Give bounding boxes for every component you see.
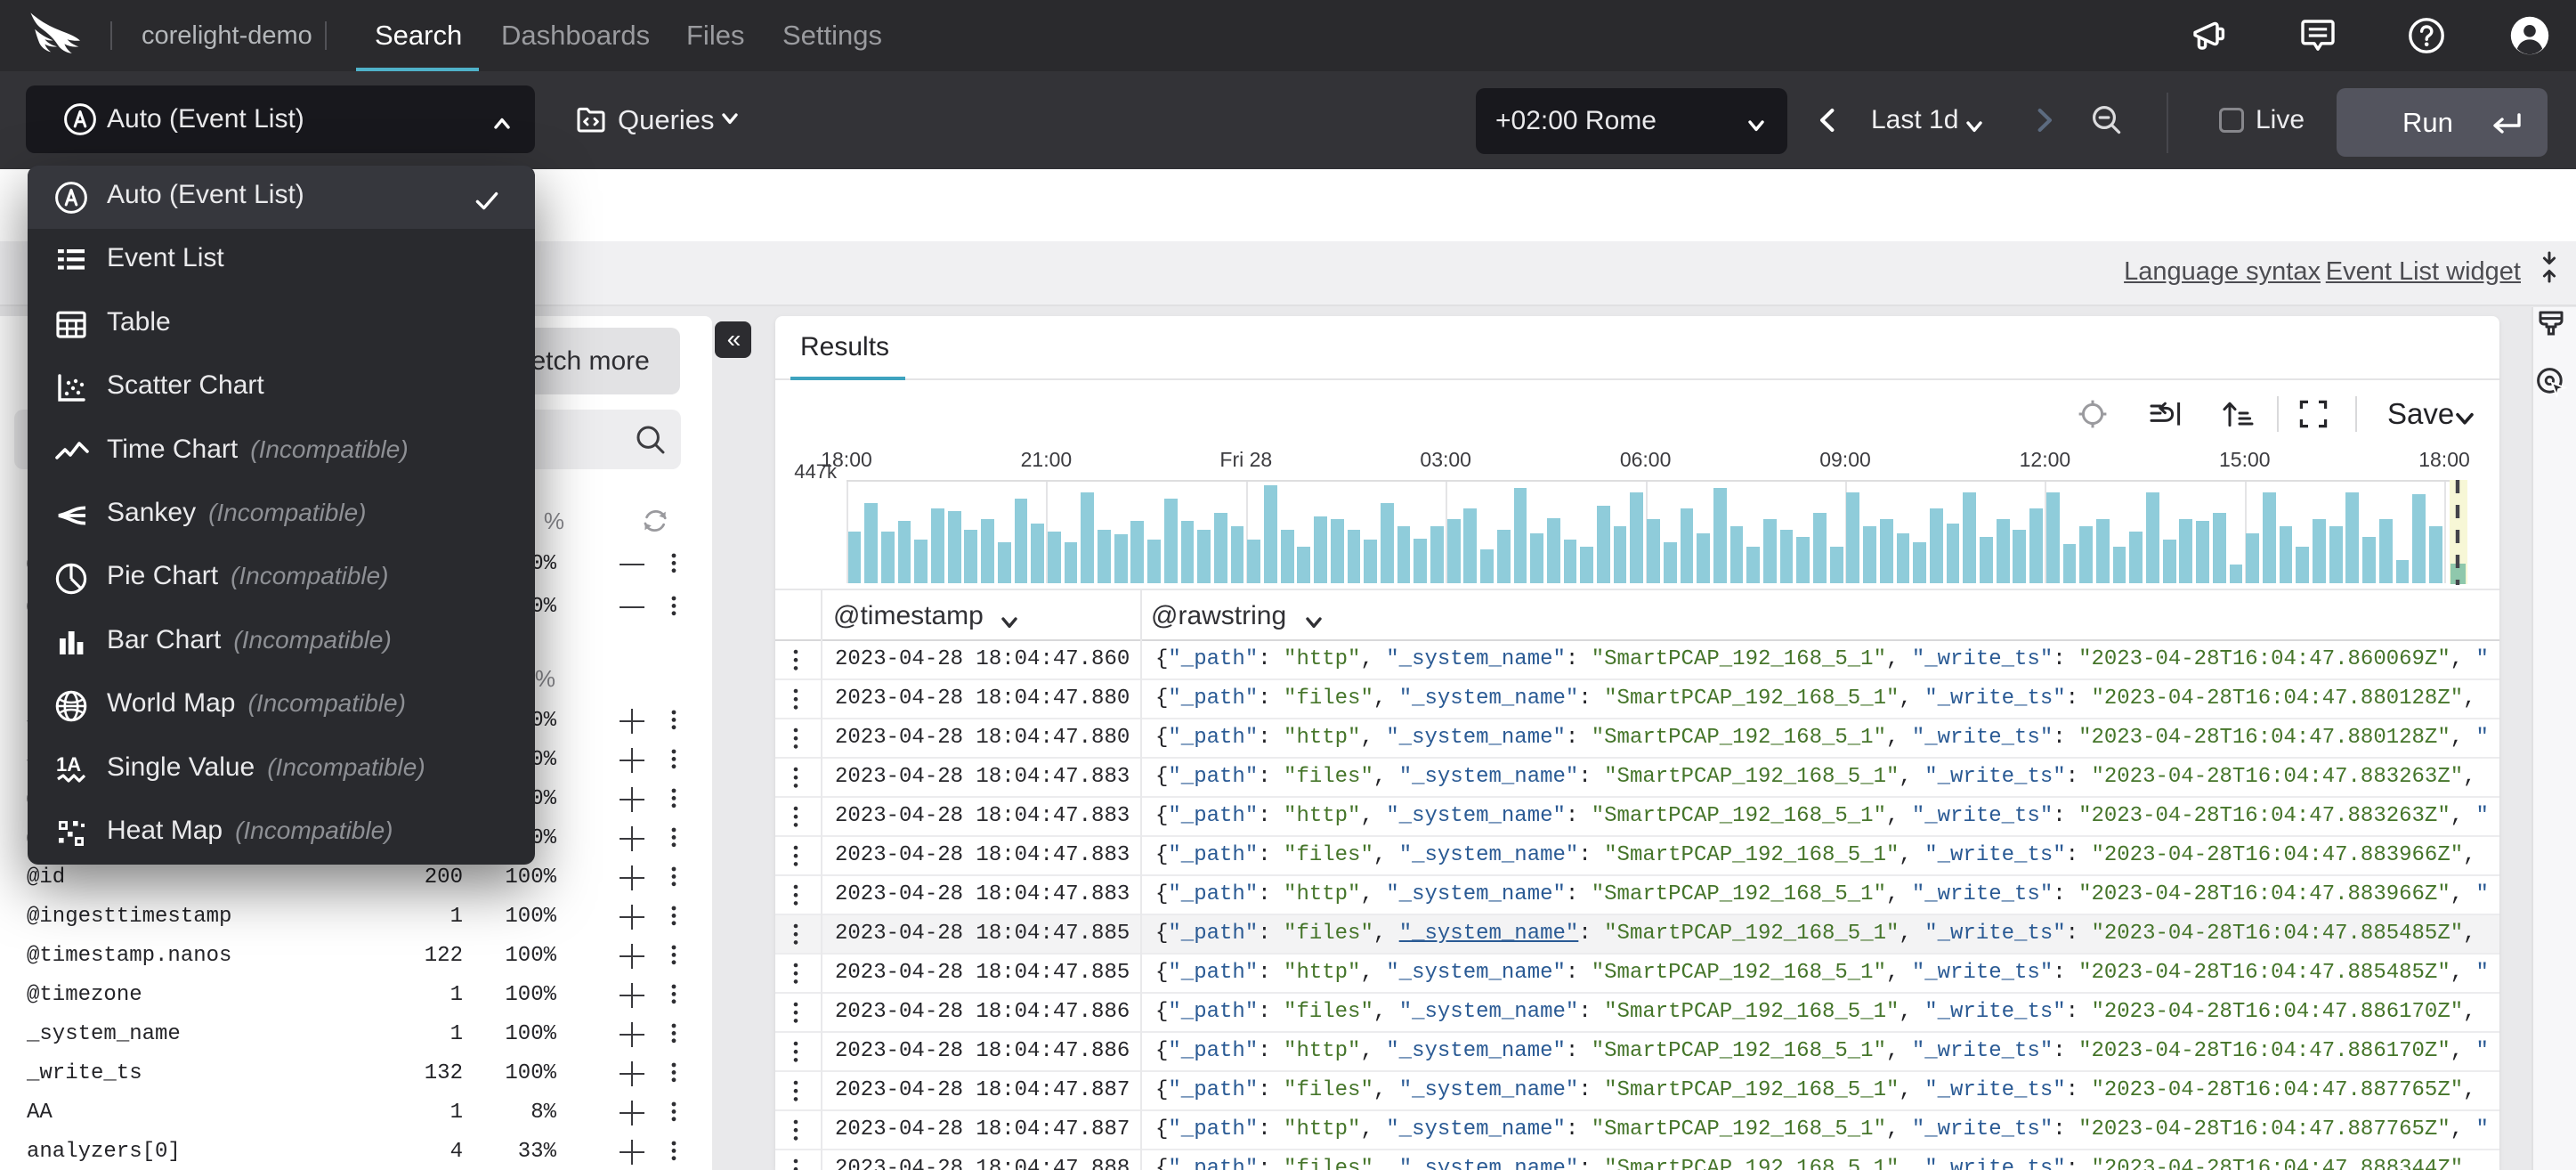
svg-text:1A: 1A — [56, 753, 81, 776]
